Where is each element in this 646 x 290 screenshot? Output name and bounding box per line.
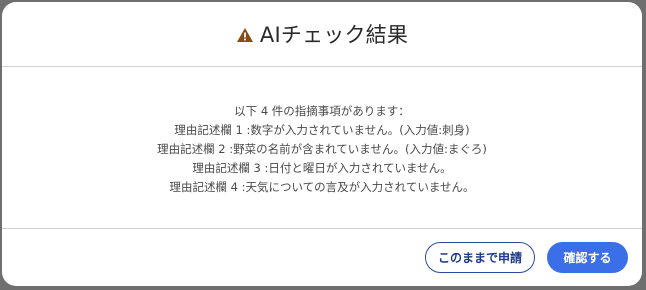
dialog-message: 以下 4 件の指摘事項があります： 理由記述欄 1 :数字が入力されていません。… — [2, 67, 642, 229]
message-item: 理由記述欄 3 :日付と曜日が入力されていません。 — [192, 161, 452, 175]
confirm-button[interactable]: 確認する — [547, 242, 628, 273]
message-item: 理由記述欄 4 :天気についての言及が入力されていません。 — [169, 180, 475, 194]
message-item: 理由記述欄 1 :数字が入力されていません。(入力値:刺身) — [174, 123, 470, 137]
message-item: 理由記述欄 2 :野菜の名前が含まれていません。(入力値:まぐろ) — [157, 142, 487, 156]
ai-check-dialog: AIチェック結果 以下 4 件の指摘事項があります： 理由記述欄 1 :数字が入… — [2, 2, 642, 286]
submit-anyway-button[interactable]: このままで申請 — [425, 242, 535, 273]
warning-icon — [236, 26, 254, 44]
dialog-footer: このままで申請 確認する — [2, 229, 642, 286]
message-summary: 以下 4 件の指摘事項があります： — [234, 104, 410, 118]
dialog-header: AIチェック結果 — [2, 2, 642, 67]
dialog-title: AIチェック結果 — [259, 23, 409, 47]
